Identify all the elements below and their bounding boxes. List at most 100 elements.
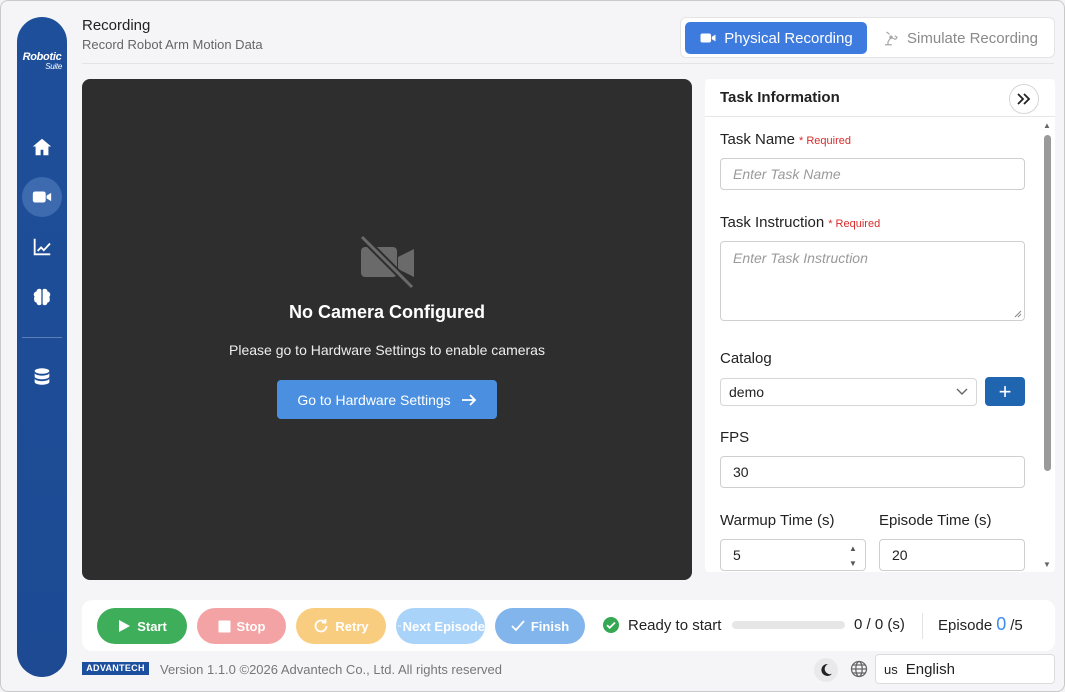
page-header: Recording Record Robot Arm Motion Data: [82, 17, 263, 52]
task-instruction-label: Task Instruction * Required: [720, 214, 880, 231]
page-title: Recording: [82, 17, 151, 34]
physical-recording-label: Physical Recording: [724, 29, 853, 47]
recording-progress-bar: [732, 621, 845, 629]
plus-icon: +: [998, 378, 1012, 404]
sidebar-item-data[interactable]: [22, 357, 62, 397]
task-panel-header: Task Information: [705, 79, 1055, 117]
sidebar-divider: [22, 337, 62, 338]
task-name-placeholder: Enter Task Name: [733, 166, 841, 182]
header-divider: [82, 63, 1054, 64]
task-name-label: Task Name * Required: [720, 131, 851, 148]
go-to-hardware-settings-button[interactable]: Go to Hardware Settings: [277, 380, 497, 419]
recording-status: Ready to start: [602, 616, 721, 634]
stop-icon: [218, 620, 231, 632]
stepper-up-icon[interactable]: ▲: [849, 544, 857, 553]
fps-label: FPS: [720, 429, 750, 446]
check-circle-icon: [603, 617, 619, 633]
play-icon: [119, 620, 131, 632]
warmup-time-input[interactable]: 5 ▲ ▼: [720, 539, 866, 571]
recording-control-bar: Start Stop Retry Next Episode Finish Rea…: [82, 600, 1055, 651]
episode-time-value: 20: [892, 547, 908, 563]
advantech-logo: ADVANTECH: [82, 662, 149, 675]
chart-line-icon: [33, 238, 51, 256]
start-button[interactable]: Start: [97, 608, 187, 644]
robot-arm-icon: [885, 31, 898, 46]
scroll-down-icon[interactable]: ▼: [1042, 561, 1052, 569]
no-camera-message: Please go to Hardware Settings to enable…: [229, 342, 545, 358]
sidebar-item-analytics[interactable]: [22, 227, 62, 267]
start-label: Start: [137, 618, 167, 634]
episode-time-input[interactable]: 20: [879, 539, 1025, 571]
simulate-recording-label: Simulate Recording: [907, 29, 1038, 47]
check-icon: [511, 620, 525, 632]
episode-label: Episode: [938, 617, 993, 634]
home-icon: [32, 138, 52, 156]
catalog-selected-value: demo: [729, 384, 765, 400]
catalog-select[interactable]: demo: [720, 378, 977, 406]
status-text: Ready to start: [628, 616, 722, 634]
scroll-up-icon[interactable]: ▲: [1042, 122, 1052, 130]
next-episode-label: Next Episode: [402, 618, 485, 634]
required-marker: * Required: [828, 218, 881, 230]
episode-current: 0: [996, 614, 1007, 634]
language-code: us: [884, 661, 898, 677]
next-episode-button[interactable]: Next Episode: [396, 608, 485, 644]
stop-button[interactable]: Stop: [197, 608, 286, 644]
simulate-recording-button[interactable]: Simulate Recording: [875, 22, 1045, 54]
globe-icon: [850, 660, 868, 678]
task-name-input[interactable]: Enter Task Name: [720, 158, 1025, 190]
camera-off-icon: [360, 235, 415, 290]
app-window: Robotic Suite Recording Record Robot Arm…: [0, 0, 1065, 692]
progress-text: 0 / 0 (s): [854, 616, 905, 633]
sidebar-item-home[interactable]: [22, 127, 62, 167]
database-icon: [34, 368, 50, 385]
task-instruction-placeholder: Enter Task Instruction: [733, 250, 868, 266]
logo-text-sub: Suite: [45, 62, 62, 71]
sidebar-item-ai[interactable]: [22, 277, 62, 317]
fps-input[interactable]: 30: [720, 456, 1025, 488]
stop-label: Stop: [236, 618, 266, 634]
language-select[interactable]: us English: [875, 654, 1055, 684]
required-marker: * Required: [799, 135, 852, 147]
video-camera-icon: [32, 191, 52, 203]
sidebar-item-recording[interactable]: [22, 177, 62, 217]
resize-handle-icon[interactable]: [1014, 310, 1022, 318]
task-information-panel: Task Information Task Name * Required Ent…: [705, 79, 1055, 572]
double-chevron-right-icon: [1017, 93, 1031, 105]
camera-preview-panel: No Camera Configured Please go to Hardwa…: [82, 79, 692, 580]
physical-recording-button[interactable]: Physical Recording: [685, 22, 867, 54]
chevron-down-icon: [956, 388, 968, 395]
version-text: Version 1.1.0 ©2026 Advantech Co., Ltd. …: [160, 662, 503, 677]
warmup-stepper[interactable]: ▲ ▼: [847, 544, 859, 568]
task-instruction-label-text: Task Instruction: [720, 214, 825, 231]
finish-button[interactable]: Finish: [495, 608, 585, 644]
finish-label: Finish: [530, 618, 570, 634]
theme-toggle-button[interactable]: [814, 658, 838, 682]
episode-counter: Episode 0 /5: [938, 614, 1023, 635]
arrow-right-icon: [461, 393, 476, 406]
fps-value: 30: [733, 464, 749, 480]
episode-time-label: Episode Time (s): [879, 512, 992, 529]
brain-icon: [33, 288, 51, 306]
task-panel-scrollbar[interactable]: ▲ ▼: [1041, 121, 1053, 571]
app-logo: Robotic Suite: [17, 52, 67, 72]
sidebar: Robotic Suite: [17, 17, 67, 677]
recording-mode-toggle: Physical Recording Simulate Recording: [680, 17, 1055, 58]
scrollbar-thumb[interactable]: [1044, 135, 1051, 471]
retry-label: Retry: [335, 618, 369, 634]
episode-total: /5: [1010, 617, 1023, 634]
task-name-label-text: Task Name: [720, 131, 796, 148]
task-instruction-textarea[interactable]: Enter Task Instruction: [720, 241, 1025, 321]
skip-next-icon: [398, 624, 401, 628]
retry-button[interactable]: Retry: [296, 608, 386, 644]
control-divider: [922, 613, 923, 639]
moon-icon: [821, 663, 832, 676]
catalog-label: Catalog: [720, 350, 772, 367]
task-panel-title: Task Information: [720, 89, 840, 106]
hardware-settings-label: Go to Hardware Settings: [297, 391, 451, 408]
warmup-time-label: Warmup Time (s): [720, 512, 835, 529]
video-camera-icon: [700, 33, 716, 43]
stepper-down-icon[interactable]: ▼: [849, 559, 857, 568]
add-catalog-button[interactable]: +: [985, 377, 1025, 406]
collapse-panel-button[interactable]: [1009, 84, 1039, 114]
